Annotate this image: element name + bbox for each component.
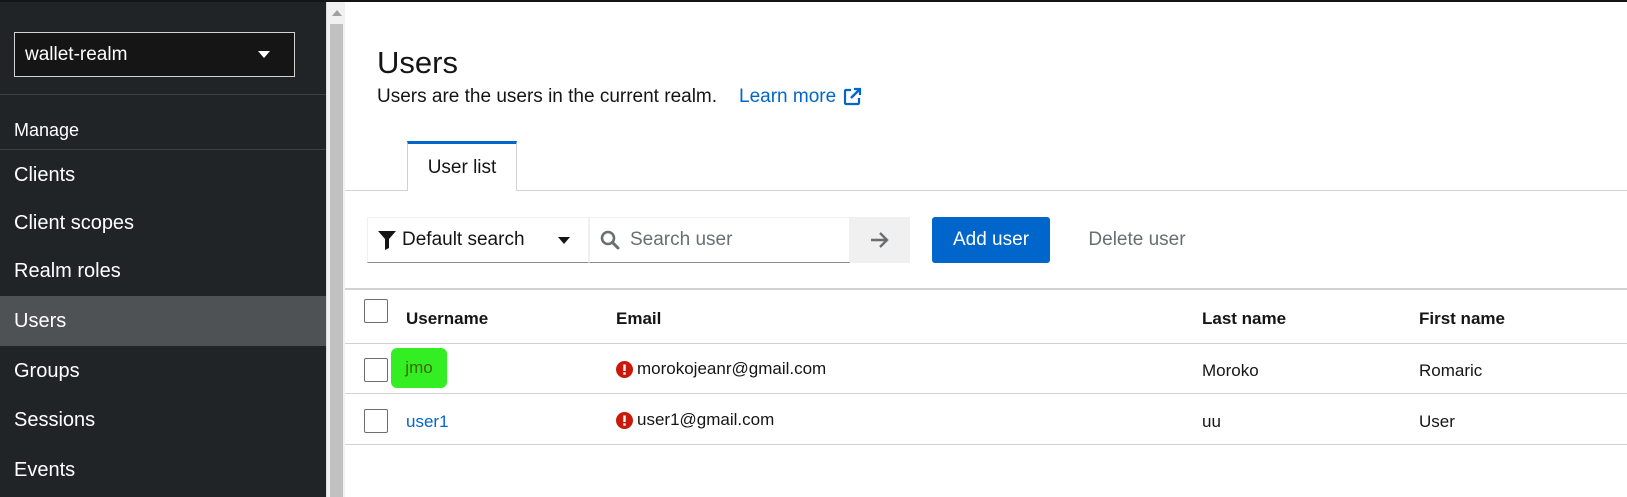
sidebar-divider bbox=[0, 94, 326, 95]
realm-selector-label: wallet-realm bbox=[25, 43, 128, 65]
sidebar-item-client-scopes[interactable]: Client scopes bbox=[0, 198, 326, 248]
last-name-cell: uu bbox=[1202, 412, 1221, 431]
sidebar: wallet-realm Manage Clients Client scope… bbox=[0, 2, 326, 497]
learn-more-link[interactable]: Learn more bbox=[739, 86, 862, 108]
email-value: morokojeanr@gmail.com bbox=[637, 359, 827, 378]
select-all-checkbox[interactable] bbox=[364, 299, 388, 323]
username-link[interactable]: user1 bbox=[406, 412, 449, 432]
exclamation-circle-icon bbox=[616, 411, 633, 429]
sidebar-item-label: Clients bbox=[14, 163, 76, 186]
username-link[interactable]: jmo bbox=[391, 348, 447, 388]
search-type-label: Default search bbox=[402, 229, 525, 250]
scrollbar-thumb[interactable] bbox=[330, 24, 343, 497]
sidebar-item-label: Groups bbox=[14, 359, 80, 382]
table-top-border bbox=[345, 288, 1627, 290]
sidebar-scrollbar[interactable] bbox=[326, 2, 345, 497]
row-checkbox[interactable] bbox=[364, 358, 388, 382]
caret-down-icon bbox=[258, 51, 270, 58]
table-header-divider bbox=[345, 343, 1627, 344]
filter-icon bbox=[378, 231, 396, 250]
app-window: wallet-realm Manage Clients Client scope… bbox=[0, 0, 1627, 497]
row-checkbox[interactable] bbox=[364, 409, 388, 433]
main-content: Users Users are the users in the current… bbox=[345, 2, 1627, 497]
column-header-first-name: First name bbox=[1419, 309, 1505, 328]
sidebar-section-manage: Manage bbox=[14, 120, 80, 140]
learn-more-label: Learn more bbox=[739, 86, 837, 107]
add-user-button[interactable]: Add user bbox=[932, 217, 1050, 263]
column-header-last-name: Last name bbox=[1202, 309, 1287, 328]
sidebar-item-clients[interactable]: Clients bbox=[0, 150, 326, 200]
sidebar-item-label: Sessions bbox=[14, 408, 96, 431]
email-cell: user1@gmail.com bbox=[616, 410, 774, 430]
tab-user-list[interactable]: User list bbox=[407, 141, 517, 191]
email-cell: morokojeanr@gmail.com bbox=[616, 359, 826, 379]
last-name-cell: Moroko bbox=[1202, 361, 1259, 380]
delete-user-button[interactable]: Delete user bbox=[1067, 217, 1207, 263]
tab-label: User list bbox=[427, 156, 497, 178]
sidebar-item-label: Realm roles bbox=[14, 259, 121, 282]
realm-selector[interactable]: wallet-realm bbox=[14, 32, 295, 77]
external-link-icon bbox=[844, 87, 862, 106]
table-row-divider bbox=[345, 444, 1627, 445]
sidebar-item-label: Users bbox=[14, 309, 67, 332]
sidebar-item-realm-roles[interactable]: Realm roles bbox=[0, 246, 326, 296]
caret-down-icon bbox=[558, 236, 570, 244]
sidebar-item-users[interactable]: Users bbox=[0, 296, 326, 346]
sidebar-item-groups[interactable]: Groups bbox=[0, 346, 326, 396]
search-submit-button[interactable] bbox=[850, 217, 910, 263]
tabs-divider bbox=[345, 190, 1627, 191]
search-input[interactable] bbox=[630, 229, 840, 251]
table-row-divider bbox=[345, 393, 1627, 394]
scroll-up-arrow-icon[interactable] bbox=[332, 10, 342, 16]
email-value: user1@gmail.com bbox=[637, 410, 775, 429]
sidebar-item-sessions[interactable]: Sessions bbox=[0, 395, 326, 445]
toolbar: Default search Add user Delete user bbox=[367, 217, 1567, 263]
exclamation-circle-icon bbox=[616, 360, 633, 378]
sidebar-item-label: Client scopes bbox=[14, 211, 135, 234]
column-header-email: Email bbox=[616, 309, 662, 328]
sidebar-item-label: Events bbox=[14, 458, 76, 481]
search-box bbox=[589, 217, 850, 263]
page-description: Users are the users in the current realm… bbox=[377, 86, 718, 107]
first-name-cell: User bbox=[1419, 412, 1455, 431]
first-name-cell: Romaric bbox=[1419, 361, 1483, 380]
sidebar-item-events[interactable]: Events bbox=[0, 445, 326, 495]
page-subtitle: Users are the users in the current realm… bbox=[377, 86, 862, 108]
column-header-username: Username bbox=[406, 309, 489, 328]
search-type-dropdown[interactable]: Default search bbox=[367, 217, 589, 263]
arrow-right-icon bbox=[871, 232, 889, 248]
search-icon bbox=[600, 230, 620, 250]
page-title: Users bbox=[377, 45, 458, 80]
